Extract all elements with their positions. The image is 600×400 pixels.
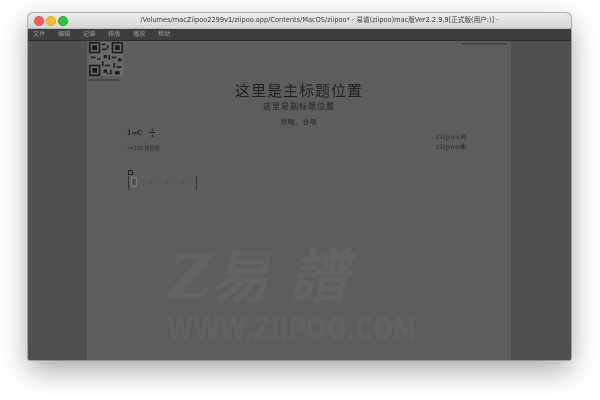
staff-anchor-handle[interactable] [128,170,133,175]
composer-info[interactable]: ziipoo词 ziipoo曲 [436,133,467,153]
menu-file[interactable]: 文件 [33,29,45,40]
time-signature[interactable]: 4 4 [149,128,155,138]
menu-edit[interactable]: 编辑 [58,29,70,40]
menu-play[interactable]: 播放 [133,29,145,40]
close-window-button[interactable] [34,16,44,26]
menu-bar: 文件 编辑 记谱 排版 播放 帮助 [28,29,571,41]
watermark-url: WWW.ZIIPOO.COM [167,312,417,347]
watermark-logo: Z易 譜 [167,243,357,311]
score-page[interactable]: 这里是主标题位置 这里是副标题位置 领唱、合唱 1=C 4 4 ♩=120 热烈… [87,41,511,360]
window-title: /Volumes/macZiipoo2299v1/ziipoo.app/Cont… [140,16,499,24]
app-window: /Volumes/macZiipoo2299v1/ziipoo.app/Cont… [28,13,571,360]
qr-code [89,42,123,76]
note-3[interactable]: 0 [165,178,169,186]
title-bar[interactable]: /Volumes/macZiipoo2299v1/ziipoo.app/Cont… [28,13,571,29]
page-header-text [461,43,507,45]
main-title[interactable]: 这里是主标题位置 [87,80,511,101]
menu-notation[interactable]: 记谱 [83,29,95,40]
minimize-window-button[interactable] [46,16,56,26]
key-signature[interactable]: 1=C [127,129,142,137]
composer-label: ziipoo曲 [435,144,467,151]
zoom-window-button[interactable] [58,16,68,26]
score-workspace[interactable]: 这里是主标题位置 这里是副标题位置 领唱、合唱 1=C 4 4 ♩=120 热烈… [28,41,571,360]
ziipoo-watermark: Z易 譜 WWW.ZIIPOO.COM [167,243,417,347]
sub-title[interactable]: 这里是副标题位置 [87,101,511,112]
menu-layout[interactable]: 排版 [108,29,120,40]
lyricist-label: ziipoo词 [435,134,467,141]
performance-type[interactable]: 领唱、合唱 [87,117,511,126]
note-4[interactable]: 0 [181,178,185,186]
note-2[interactable]: 0 [149,178,153,186]
tempo-marking[interactable]: ♩=120 热烈地 [127,145,160,152]
note-1[interactable]: 0 [131,177,137,187]
measure-1[interactable]: 0 0 0 0 [128,176,197,190]
time-signature-bottom: 4 [150,132,154,138]
menu-help[interactable]: 帮助 [158,29,170,40]
